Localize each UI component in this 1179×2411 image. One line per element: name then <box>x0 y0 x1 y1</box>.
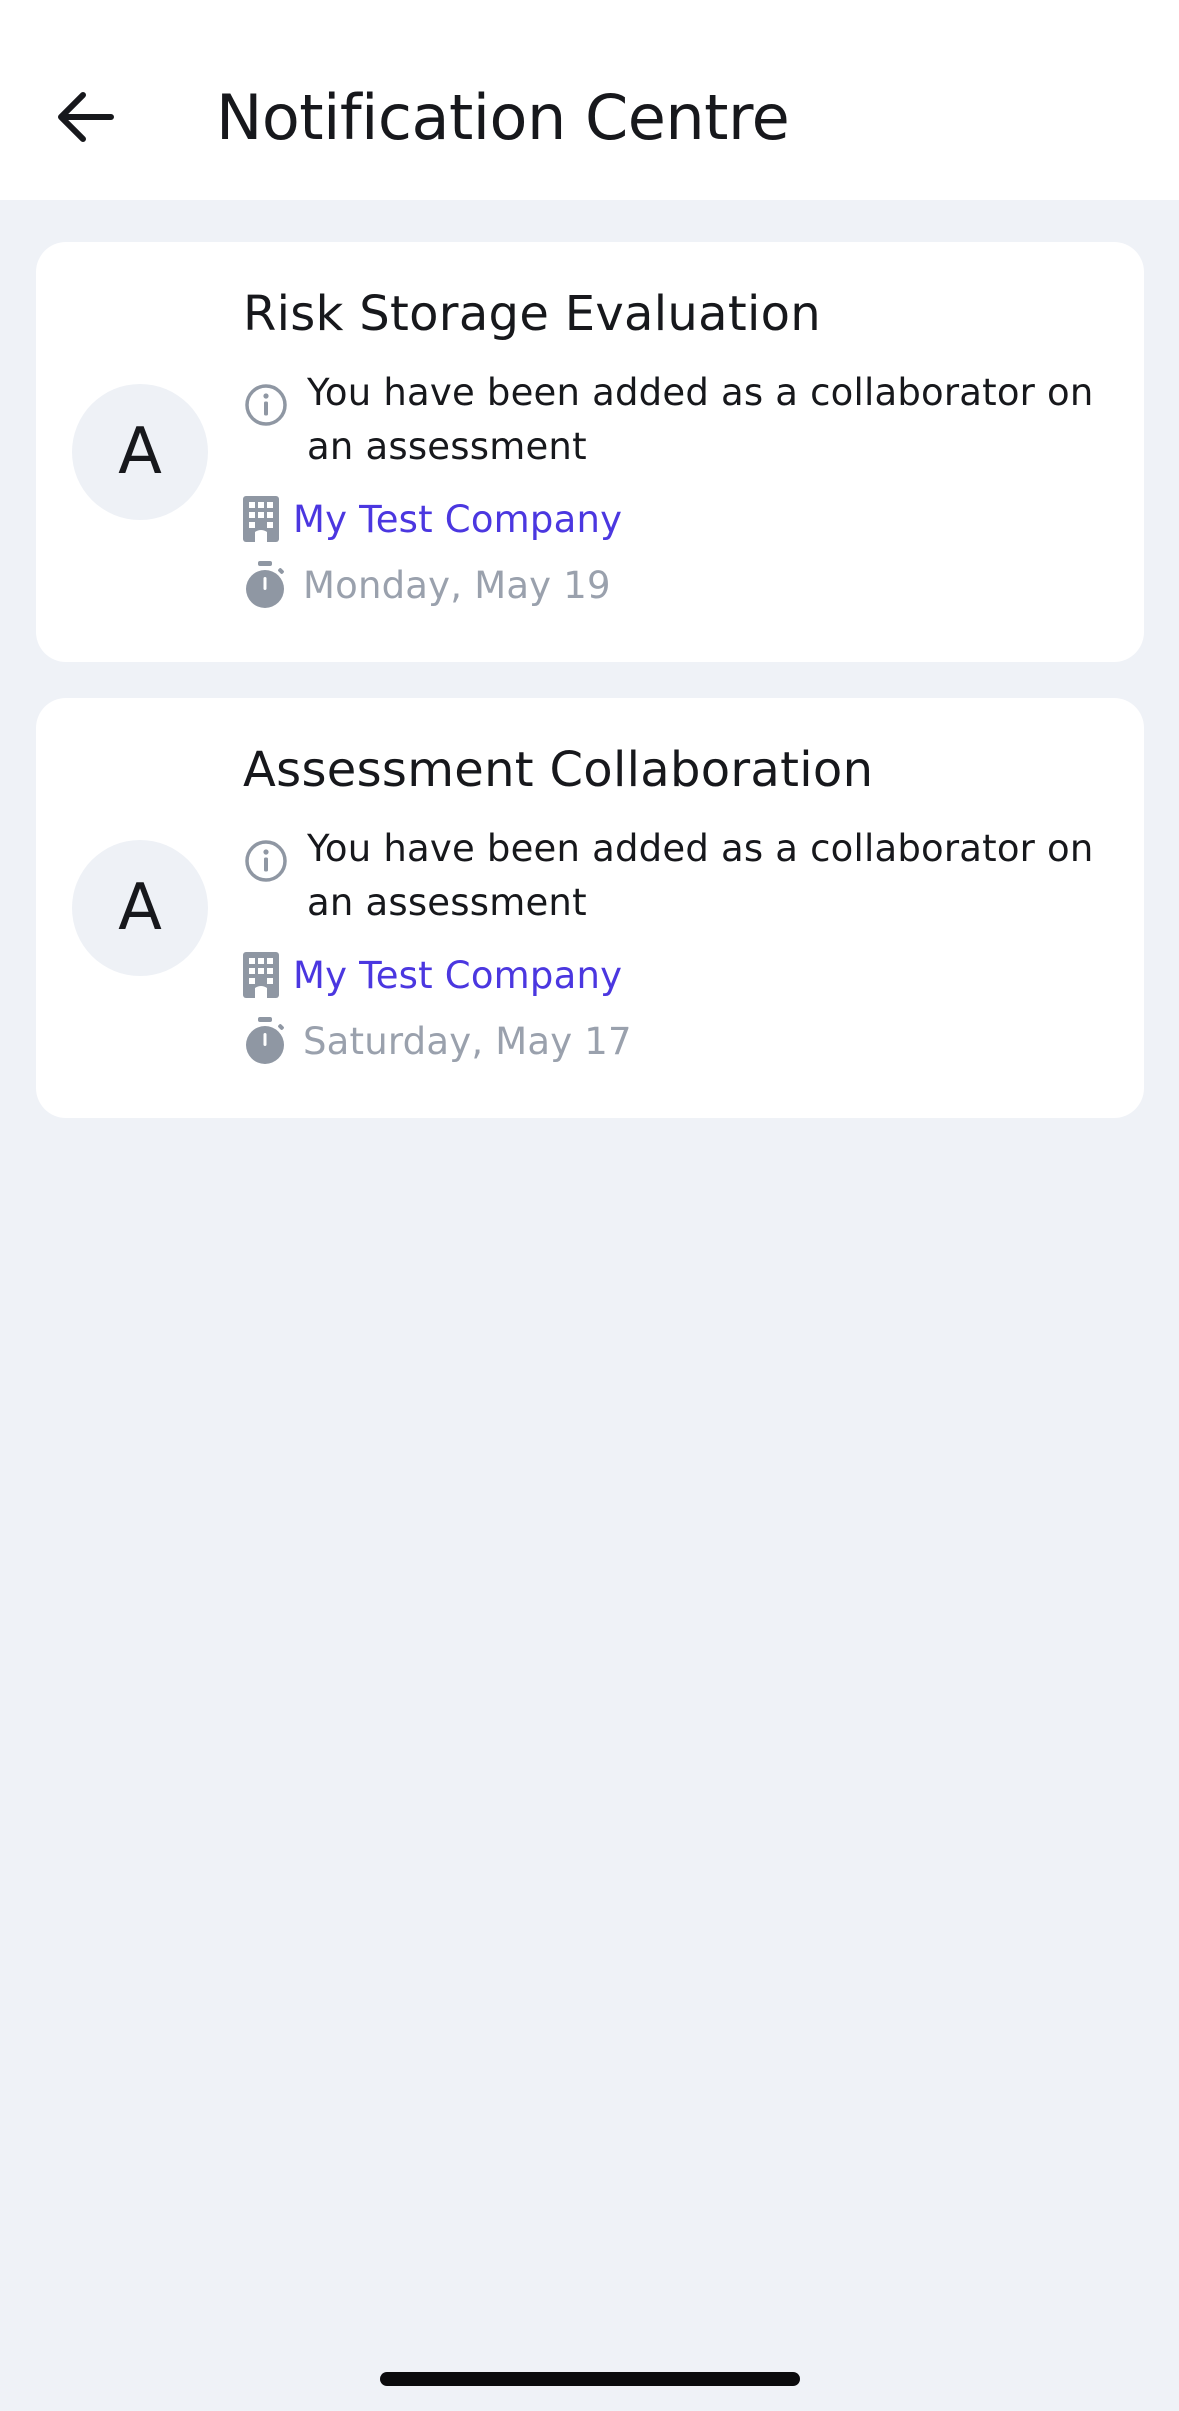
company-link[interactable]: My Test Company <box>293 954 622 997</box>
building-icon <box>243 496 279 542</box>
company-row: My Test Company <box>243 492 1113 546</box>
date-row: Saturday, May 17 <box>243 1014 1113 1068</box>
notification-message: You have been added as a collaborator on… <box>307 371 1094 468</box>
info-icon <box>245 840 287 882</box>
notification-list: A Risk Storage Evaluation You have been … <box>36 242 1144 1154</box>
stopwatch-icon <box>246 1017 284 1064</box>
stopwatch-icon <box>246 561 284 608</box>
company-row: My Test Company <box>243 948 1113 1002</box>
notification-message-row: You have been added as a collaborator on… <box>243 366 1113 474</box>
notification-date: Saturday, May 17 <box>303 1019 632 1063</box>
notification-content: Assessment Collaboration You have been a… <box>243 738 1113 1068</box>
notification-message: You have been added as a collaborator on… <box>307 827 1094 924</box>
notification-message-row: You have been added as a collaborator on… <box>243 822 1113 930</box>
date-row: Monday, May 19 <box>243 558 1113 612</box>
back-button[interactable] <box>40 72 130 162</box>
company-link[interactable]: My Test Company <box>293 498 622 541</box>
arrow-left-icon <box>58 92 114 142</box>
avatar: A <box>72 384 208 520</box>
info-icon <box>245 384 287 426</box>
avatar: A <box>72 840 208 976</box>
notification-card[interactable]: A Assessment Collaboration You have been… <box>36 698 1144 1118</box>
page-title: Notification Centre <box>216 81 790 154</box>
building-icon <box>243 952 279 998</box>
notification-title: Assessment Collaboration <box>243 742 874 798</box>
notification-card[interactable]: A Risk Storage Evaluation You have been … <box>36 242 1144 662</box>
notification-title: Risk Storage Evaluation <box>243 286 821 342</box>
app-header: Notification Centre <box>0 0 1179 200</box>
home-indicator[interactable] <box>380 2372 800 2386</box>
notification-date: Monday, May 19 <box>303 563 611 607</box>
notification-content: Risk Storage Evaluation You have been ad… <box>243 282 1113 612</box>
